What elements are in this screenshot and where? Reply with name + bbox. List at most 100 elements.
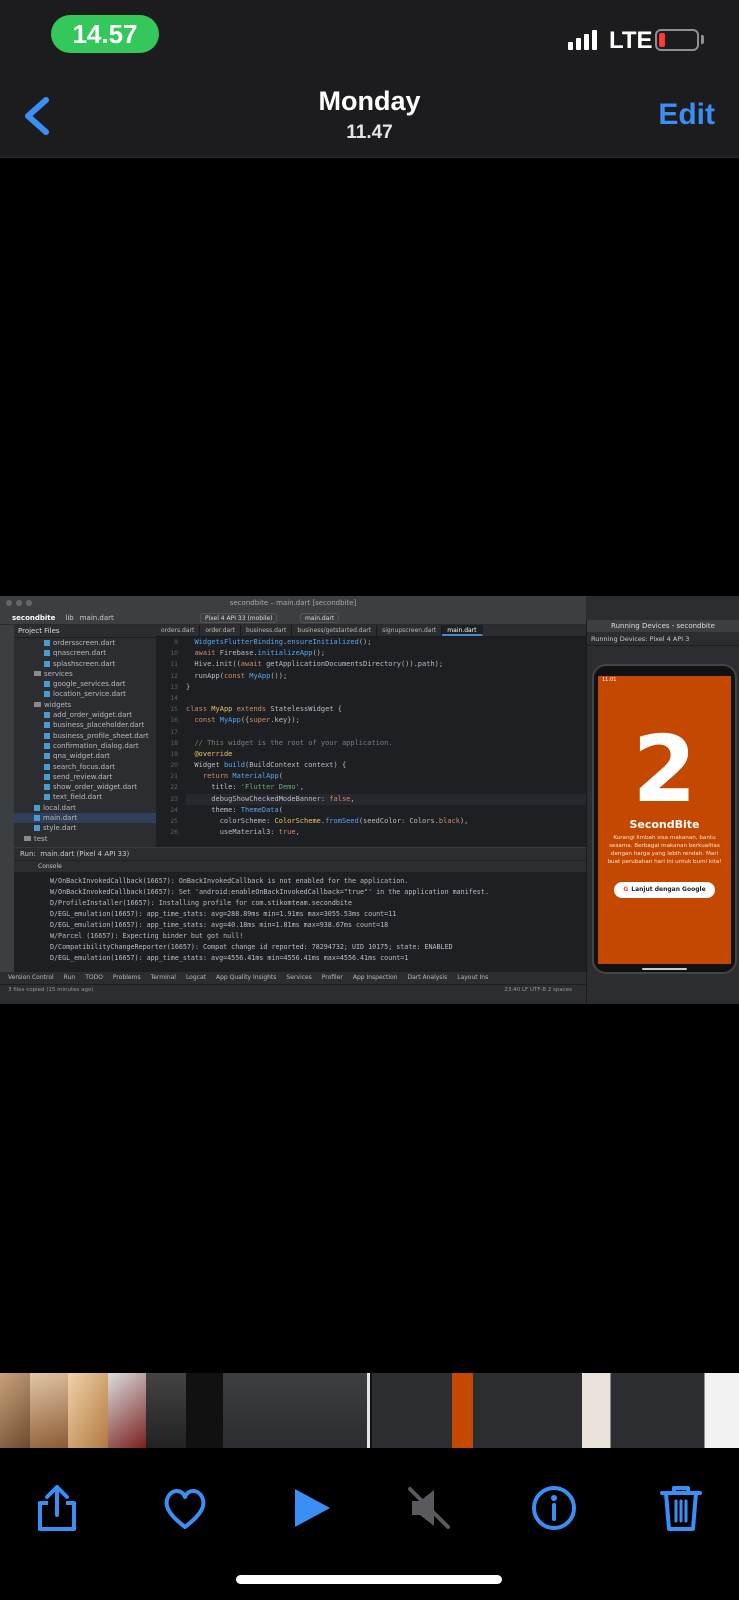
folder-icon bbox=[34, 671, 41, 677]
trash-icon[interactable] bbox=[656, 1483, 706, 1533]
share-icon[interactable] bbox=[32, 1483, 82, 1533]
editor-tab[interactable]: business.dart bbox=[241, 625, 293, 636]
thumbnail-food-3[interactable] bbox=[68, 1373, 108, 1448]
dart-file-icon bbox=[44, 691, 50, 698]
log-line: D/EGL_emulation(16657): app_time_stats: … bbox=[50, 954, 409, 962]
network-label: LTE bbox=[609, 27, 653, 54]
line-number: 18 bbox=[170, 739, 178, 747]
dart-file-icon bbox=[44, 794, 50, 801]
tool-window-button[interactable]: Run bbox=[64, 974, 76, 981]
editor-tab[interactable]: order.dart bbox=[200, 625, 242, 636]
play-icon[interactable] bbox=[286, 1483, 336, 1533]
filmstrip[interactable] bbox=[0, 1373, 739, 1448]
project-tree-item[interactable]: text_field.dart bbox=[14, 792, 156, 802]
project-tree-item[interactable]: send_review.dart bbox=[14, 772, 156, 782]
edit-button[interactable]: Edit bbox=[658, 98, 715, 132]
log-line: D/EGL_emulation(16657): app_time_stats: … bbox=[50, 910, 397, 918]
run-tab[interactable]: Run: main.dart (Pixel 4 API 33) bbox=[14, 848, 586, 860]
code-area: WidgetsFlutterBinding.ensureInitialized(… bbox=[186, 637, 586, 847]
project-tree-item[interactable]: qna_widget.dart bbox=[14, 751, 156, 761]
status-time[interactable]: 14.57 bbox=[51, 15, 159, 53]
run-config-selector[interactable]: main.dart bbox=[300, 613, 340, 623]
dart-file-icon bbox=[34, 804, 40, 811]
project-tree-item[interactable]: services bbox=[14, 669, 156, 679]
console-tab[interactable]: Console bbox=[14, 860, 586, 872]
thumbnail-food-1[interactable] bbox=[0, 1373, 30, 1448]
project-tree-item[interactable]: ordersscreen.dart bbox=[14, 638, 156, 648]
tool-window-button[interactable]: App Inspection bbox=[353, 974, 398, 981]
project-panel-title[interactable]: Project Files bbox=[14, 625, 156, 638]
nav-title: Monday bbox=[318, 86, 421, 116]
line-number: 17 bbox=[170, 728, 178, 736]
line-number: 13 bbox=[170, 683, 178, 691]
tool-window-button[interactable]: Services bbox=[286, 974, 311, 981]
thumbnail-food-4[interactable] bbox=[108, 1373, 146, 1448]
device-selector[interactable]: Pixel 4 API 33 (mobile) bbox=[200, 613, 278, 623]
line-number: 12 bbox=[170, 672, 178, 680]
app-name: SecondBite bbox=[629, 818, 700, 831]
tool-window-button[interactable]: Terminal bbox=[151, 974, 176, 981]
log-line: W/Parcel (16657): Expecting binder but g… bbox=[50, 932, 244, 940]
mute-icon[interactable] bbox=[404, 1483, 454, 1533]
folder-icon bbox=[24, 836, 31, 842]
project-tree-item[interactable]: style.dart bbox=[14, 823, 156, 833]
thumbnail-ide-3[interactable] bbox=[582, 1373, 739, 1448]
tool-window-button[interactable]: Profiler bbox=[322, 974, 343, 981]
line-number: 11 bbox=[170, 661, 178, 669]
signal-icon bbox=[568, 30, 597, 50]
heart-icon[interactable] bbox=[160, 1483, 210, 1533]
tool-window-button[interactable]: Dart Analysis bbox=[407, 974, 447, 981]
editor-tab[interactable]: signupscreen.dart bbox=[377, 625, 443, 636]
line-number: 21 bbox=[170, 773, 178, 781]
current-thumbnail-marker bbox=[367, 1373, 370, 1448]
thumbnail-keyboard[interactable] bbox=[146, 1373, 186, 1448]
project-tree-item[interactable]: add_order_widget.dart bbox=[14, 710, 156, 720]
editor-tab[interactable]: business/getstarted.dart bbox=[292, 625, 378, 636]
project-panel: Project Files ordersscreen.dart qnascreen… bbox=[14, 625, 156, 847]
thumbnail-ide-2[interactable] bbox=[372, 1373, 582, 1448]
run-panel: Run: main.dart (Pixel 4 API 33) Console … bbox=[14, 847, 586, 972]
phone-time: 11:01 bbox=[602, 677, 617, 683]
thumbnail-ide-1[interactable] bbox=[223, 1373, 367, 1448]
line-number: 15 bbox=[170, 706, 178, 714]
ide-toolbar: secondbite lib main.dart Pixel 4 API 33 (m… bbox=[0, 611, 586, 625]
project-tree-item[interactable]: search_focus.dart bbox=[14, 762, 156, 772]
line-number: 24 bbox=[170, 806, 178, 814]
project-tree-item[interactable]: business_profile_sheet.dart bbox=[14, 731, 156, 741]
devices-tab[interactable]: Running Devices: Pixel 4 API 3 bbox=[587, 632, 739, 646]
project-tree-item[interactable]: show_order_widget.dart bbox=[14, 782, 156, 792]
project-tree-item[interactable]: test bbox=[14, 834, 156, 844]
ide-status-line: 3 files copied (15 minutes ago) 23:40 LF… bbox=[0, 984, 586, 994]
code-editor[interactable]: orders.dart order.dart business.dart busine… bbox=[156, 625, 586, 847]
emulator-phone[interactable]: 11:01 2 SecondBite Kurangi limbah sisa m… bbox=[592, 664, 737, 974]
info-icon[interactable] bbox=[529, 1483, 579, 1533]
tool-window-button[interactable]: Layout Ins bbox=[457, 974, 488, 981]
tool-window-button[interactable]: TODO bbox=[85, 974, 103, 981]
dart-file-icon bbox=[44, 753, 50, 760]
project-tree-item[interactable]: business_placeholder.dart bbox=[14, 720, 156, 730]
project-tree-item[interactable]: main.dart bbox=[14, 813, 156, 824]
project-tree-item[interactable]: widgets bbox=[14, 700, 156, 710]
log-line: W/OnBackInvokedCallback(16657): OnBackIn… bbox=[50, 877, 409, 885]
dart-file-icon bbox=[34, 825, 40, 832]
home-indicator bbox=[236, 1575, 502, 1584]
dart-file-icon bbox=[44, 660, 50, 667]
project-tree-item[interactable]: confirmation_dialog.dart bbox=[14, 741, 156, 751]
project-tree-item[interactable]: qnascreen.dart bbox=[14, 648, 156, 658]
project-tree-item[interactable]: splashscreen.dart bbox=[14, 659, 156, 669]
project-tree-item[interactable]: local.dart bbox=[14, 803, 156, 813]
tool-window-button[interactable]: Version Control bbox=[8, 974, 54, 981]
editor-tab[interactable]: main.dart bbox=[442, 625, 483, 636]
app-splash-screen: 11:01 2 SecondBite Kurangi limbah sisa m… bbox=[598, 676, 731, 964]
tool-window-button[interactable]: Logcat bbox=[186, 974, 206, 981]
editor-tab[interactable]: orders.dart bbox=[156, 625, 201, 636]
thumbnail-food-2[interactable] bbox=[30, 1373, 68, 1448]
tool-window-button[interactable]: Problems bbox=[113, 974, 141, 981]
tool-window-button[interactable]: App Quality Insights bbox=[216, 974, 276, 981]
project-tree-item[interactable]: google_services.dart bbox=[14, 679, 156, 689]
project-tree-item[interactable]: location_service.dart bbox=[14, 689, 156, 699]
google-signin-button[interactable]: G Lanjut dengan Google bbox=[614, 882, 715, 898]
log-line: D/CompatibilityChangeReporter(16657): Co… bbox=[50, 943, 453, 951]
device-controls[interactable] bbox=[587, 646, 739, 658]
devices-title: Running Devices - secondbite bbox=[587, 620, 739, 632]
